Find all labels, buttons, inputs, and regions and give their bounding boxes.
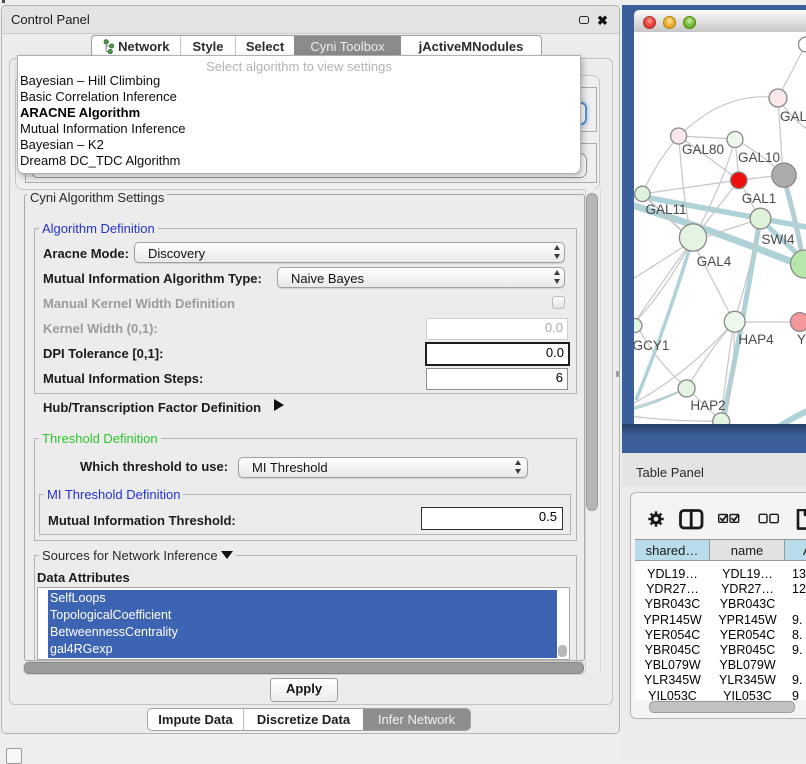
svg-text:GAL4: GAL4	[697, 254, 732, 269]
svg-text:GAL80: GAL80	[682, 142, 724, 157]
svg-text:GCY1: GCY1	[634, 338, 669, 353]
svg-text:GAL7: GAL7	[780, 109, 806, 124]
svg-text:HAP2: HAP2	[690, 398, 725, 413]
svg-text:GAL1: GAL1	[742, 191, 777, 206]
svg-text:GAL10: GAL10	[738, 150, 780, 165]
svg-text:SWI4: SWI4	[761, 232, 794, 247]
svg-text:YJ: YJ	[797, 332, 806, 347]
svg-text:HAP4: HAP4	[738, 332, 774, 347]
svg-text:GAL11: GAL11	[645, 202, 686, 217]
